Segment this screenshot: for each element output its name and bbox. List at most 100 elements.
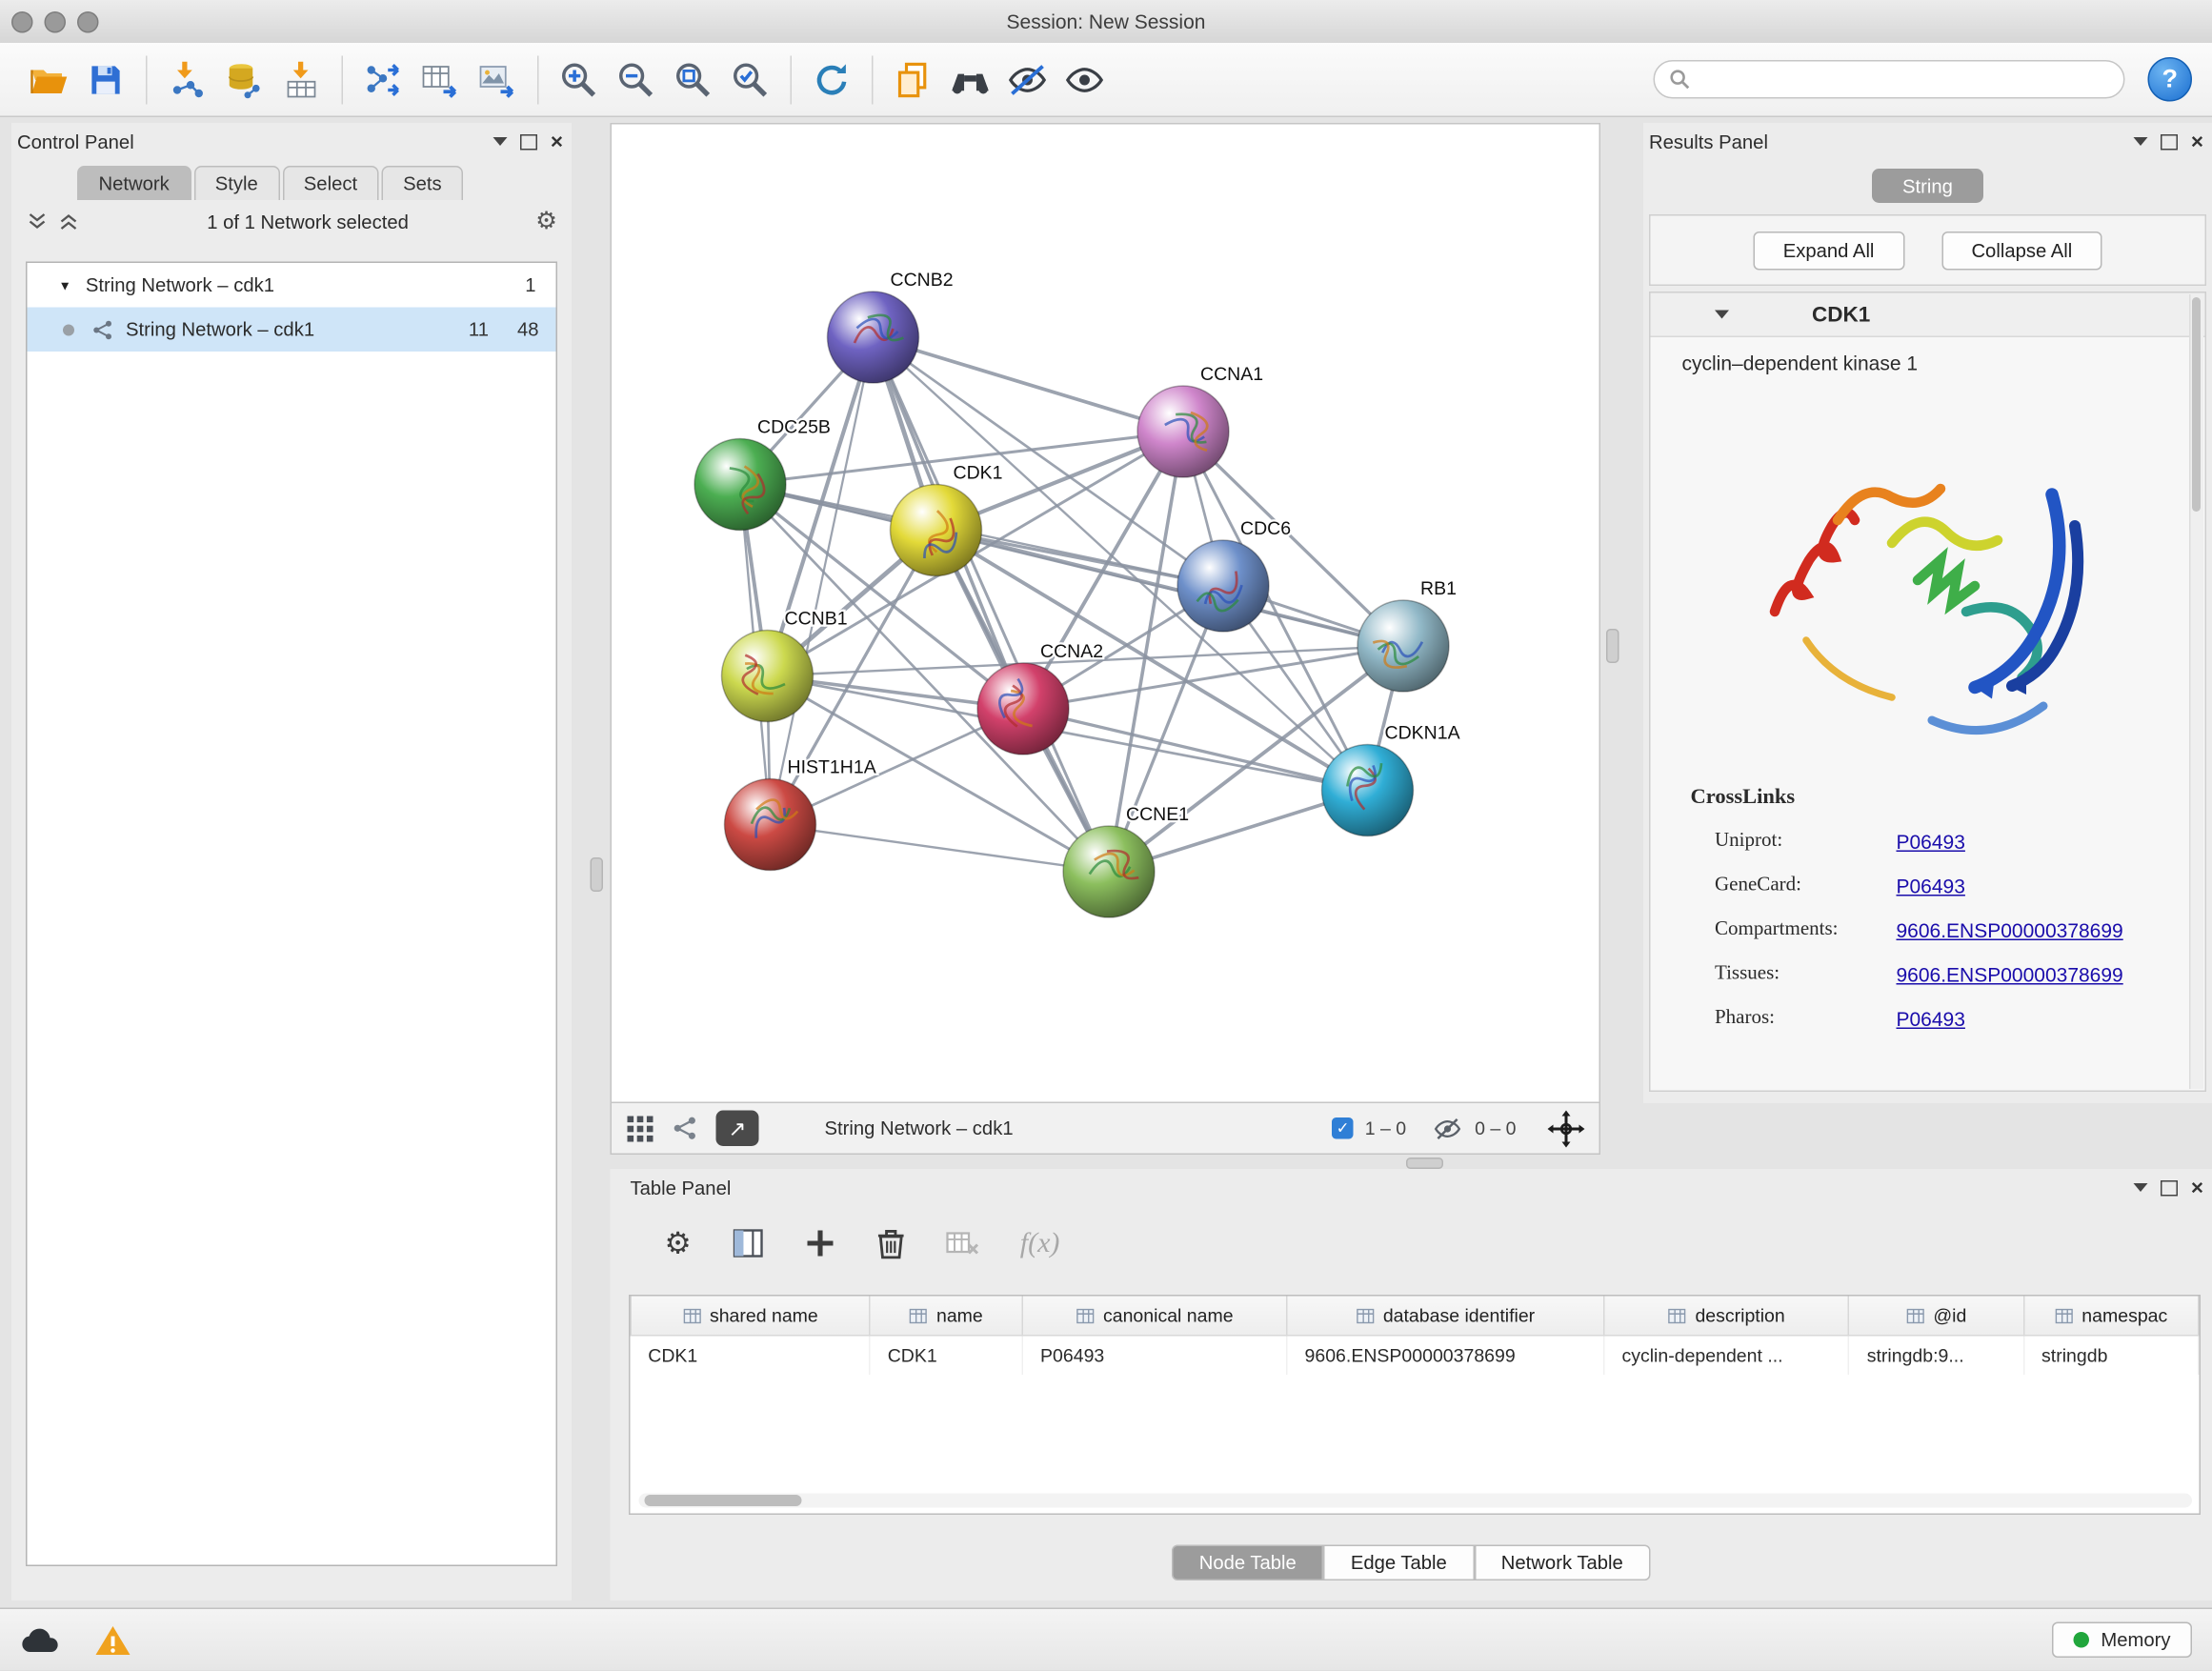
show-details-button[interactable] xyxy=(1056,50,1114,108)
column-header[interactable]: description xyxy=(1604,1297,1849,1336)
save-session-button[interactable] xyxy=(77,50,134,108)
tab-network[interactable]: Network xyxy=(77,166,191,200)
network-node[interactable]: RB1 xyxy=(1357,578,1457,692)
column-header[interactable]: shared name xyxy=(631,1297,870,1336)
tab-select[interactable]: Select xyxy=(282,166,378,200)
share-network-icon[interactable] xyxy=(672,1115,699,1142)
tree-expand-icon[interactable]: ▼ xyxy=(59,278,71,292)
table-cell[interactable]: stringdb xyxy=(2023,1336,2198,1375)
network-edge[interactable] xyxy=(874,337,1110,872)
copy-document-button[interactable] xyxy=(885,50,942,108)
column-header[interactable]: canonical name xyxy=(1022,1297,1287,1336)
tab-style[interactable]: Style xyxy=(193,166,279,200)
import-network-button[interactable] xyxy=(159,50,216,108)
network-edge[interactable] xyxy=(874,337,1184,432)
crosslink-value-link[interactable]: 9606.ENSP00000378699 xyxy=(1897,918,2123,941)
close-panel-icon[interactable]: × xyxy=(2191,1177,2203,1198)
tab-edge-table[interactable]: Edge Table xyxy=(1323,1545,1474,1581)
help-button[interactable]: ? xyxy=(2148,57,2193,102)
import-table-button[interactable] xyxy=(273,50,331,108)
results-scrollbar[interactable] xyxy=(2189,294,2203,1089)
zoom-fit-button[interactable] xyxy=(665,50,722,108)
zoom-in-button[interactable] xyxy=(551,50,608,108)
column-header[interactable]: namespac xyxy=(2023,1297,2198,1336)
column-header[interactable]: database identifier xyxy=(1287,1297,1604,1336)
add-column-plus-icon[interactable] xyxy=(804,1228,835,1259)
table-cell[interactable]: cyclin-dependent ... xyxy=(1604,1336,1849,1375)
tab-network-table[interactable]: Network Table xyxy=(1474,1545,1650,1581)
scrollbar-thumb[interactable] xyxy=(2192,297,2201,512)
network-node[interactable]: CDC25B xyxy=(694,417,831,531)
gear-icon[interactable]: ⚙ xyxy=(535,208,557,236)
table-cell[interactable]: P06493 xyxy=(1022,1336,1287,1375)
network-canvas[interactable]: CCNB2CCNA1CDC25BCDK1CDC6RB1CCNB1CCNA2CDK… xyxy=(611,123,1601,1103)
section-collapse-icon[interactable] xyxy=(1715,311,1729,319)
panel-menu-icon[interactable] xyxy=(2134,137,2148,146)
hidden-eye-off-icon[interactable] xyxy=(1432,1116,1463,1141)
float-panel-icon[interactable] xyxy=(2161,1179,2178,1196)
crosslink-value-link[interactable]: P06493 xyxy=(1897,874,1965,896)
splitter-handle[interactable] xyxy=(1606,629,1619,663)
column-header[interactable]: name xyxy=(870,1297,1022,1336)
binoculars-button[interactable] xyxy=(942,50,999,108)
table-cell[interactable]: CDK1 xyxy=(870,1336,1022,1375)
scrollbar-thumb[interactable] xyxy=(645,1495,802,1506)
export-table-button[interactable] xyxy=(412,50,469,108)
crosslink-value-link[interactable]: P06493 xyxy=(1897,830,1965,853)
table-cell[interactable]: 9606.ENSP00000378699 xyxy=(1287,1336,1604,1375)
table-row[interactable]: CDK1CDK1P064939606.ENSP00000378699cyclin… xyxy=(631,1336,2199,1375)
cloud-icon[interactable] xyxy=(20,1624,60,1656)
open-in-browser-button[interactable]: ↗ xyxy=(716,1111,759,1147)
grid-icon[interactable] xyxy=(626,1114,654,1142)
selected-checkbox-icon[interactable]: ✓ xyxy=(1332,1117,1354,1139)
zoom-selected-button[interactable] xyxy=(722,50,779,108)
column-header[interactable]: @id xyxy=(1849,1297,2023,1336)
table-cell[interactable]: CDK1 xyxy=(631,1336,870,1375)
show-columns-icon[interactable] xyxy=(732,1228,765,1259)
tab-string[interactable]: String xyxy=(1872,169,1983,203)
collapse-all-icon[interactable] xyxy=(26,211,49,233)
network-node[interactable]: HIST1H1A xyxy=(725,757,876,871)
expand-all-button[interactable]: Expand All xyxy=(1753,231,1904,270)
delete-trash-icon[interactable] xyxy=(875,1227,906,1260)
zoom-out-button[interactable] xyxy=(608,50,665,108)
crosslink-value-link[interactable]: 9606.ENSP00000378699 xyxy=(1897,962,2123,985)
node-table[interactable]: shared namenamecanonical namedatabase id… xyxy=(631,1297,2200,1376)
table-h-scrollbar[interactable] xyxy=(639,1494,2193,1508)
hide-details-button[interactable] xyxy=(999,50,1056,108)
expand-all-icon[interactable] xyxy=(57,211,80,233)
crosshair-move-icon[interactable] xyxy=(1548,1110,1585,1147)
memory-button[interactable]: Memory xyxy=(2052,1622,2192,1659)
network-edge[interactable] xyxy=(771,825,1110,873)
close-panel-icon[interactable]: × xyxy=(551,131,563,152)
tab-sets[interactable]: Sets xyxy=(382,166,464,200)
collapse-all-button[interactable]: Collapse All xyxy=(1941,231,2102,270)
tab-node-table[interactable]: Node Table xyxy=(1172,1545,1323,1581)
network-node[interactable]: CCNB1 xyxy=(722,609,848,722)
crosslink-value-link[interactable]: P06493 xyxy=(1897,1007,1965,1030)
network-edge[interactable] xyxy=(1023,709,1368,791)
toolbar-search-field[interactable] xyxy=(1654,60,2125,99)
splitter-handle[interactable] xyxy=(591,857,604,892)
new-network-from-selection-button[interactable] xyxy=(354,50,412,108)
protein-section-header[interactable]: CDK1 xyxy=(1651,293,2205,338)
table-settings-gear-icon[interactable]: ⚙ xyxy=(665,1225,692,1261)
network-row[interactable]: String Network – cdk1 11 48 xyxy=(28,308,556,352)
network-node[interactable]: CCNB2 xyxy=(828,270,954,383)
panel-menu-icon[interactable] xyxy=(493,137,508,146)
float-panel-icon[interactable] xyxy=(2161,133,2178,150)
network-edge[interactable] xyxy=(771,337,874,825)
float-panel-icon[interactable] xyxy=(520,133,537,150)
search-input[interactable] xyxy=(1691,68,2110,92)
network-collection-row[interactable]: ▼ String Network – cdk1 1 xyxy=(28,263,556,308)
splitter-handle[interactable] xyxy=(1406,1158,1443,1169)
apply-layout-button[interactable] xyxy=(803,50,860,108)
network-node[interactable]: CCNA1 xyxy=(1137,364,1263,477)
panel-menu-icon[interactable] xyxy=(2134,1183,2148,1192)
table-cell[interactable]: stringdb:9... xyxy=(1849,1336,2023,1375)
warning-icon[interactable] xyxy=(94,1622,131,1657)
close-panel-icon[interactable]: × xyxy=(2191,131,2203,152)
import-network-database-button[interactable] xyxy=(216,50,273,108)
export-image-button[interactable] xyxy=(469,50,526,108)
open-session-button[interactable] xyxy=(20,50,77,108)
